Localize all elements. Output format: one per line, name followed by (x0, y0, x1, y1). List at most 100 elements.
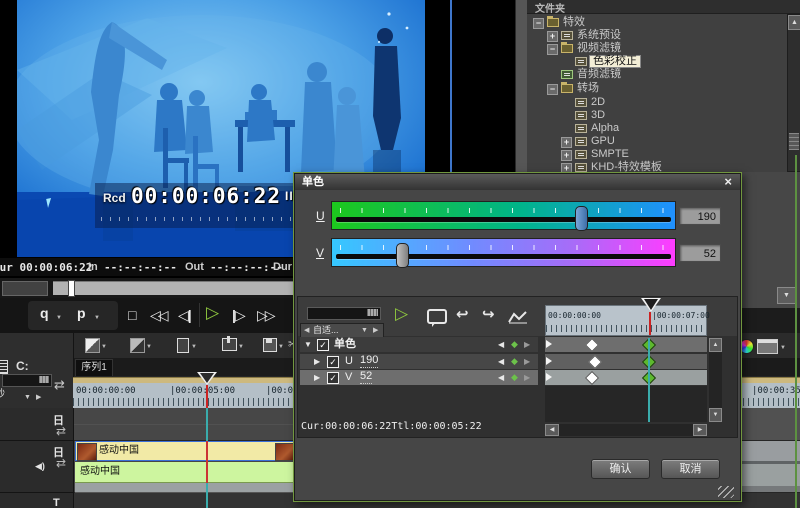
v-slider-handle[interactable] (396, 243, 409, 268)
sync-lock-icon[interactable]: ⇄ (56, 424, 66, 438)
keyframe-diamond[interactable] (584, 370, 600, 386)
export-icon[interactable] (222, 336, 237, 351)
spin-right-icon[interactable]: ▶ (36, 391, 41, 402)
preset-dropdown[interactable]: ◀ 自适... ▼ ▶ (300, 323, 384, 338)
next-frame-button[interactable]: |▷ (232, 305, 246, 325)
expand-icon[interactable]: + (547, 31, 558, 42)
set-out-dropdown-icon[interactable]: ▼ (94, 315, 100, 321)
scroll-left-icon[interactable]: ◀ (545, 424, 559, 436)
cancel-button[interactable]: 取消 (661, 459, 720, 479)
ffwd-button[interactable]: ▷▷ (257, 305, 275, 325)
bin-dropdown-icon[interactable]: ▼ (777, 287, 796, 304)
save-icon[interactable] (263, 338, 277, 352)
add-keyframe-icon[interactable]: ◆ (511, 354, 518, 369)
v-row-value[interactable]: 52 (360, 370, 373, 384)
play-button[interactable]: ▷ (206, 303, 219, 323)
play-button[interactable]: ▷ (395, 304, 408, 324)
enable-checkbox[interactable]: ✓ (327, 372, 339, 384)
close-icon[interactable]: × (724, 174, 732, 190)
speaker-icon[interactable]: ◀) (35, 461, 45, 472)
resize-grip[interactable] (718, 486, 734, 498)
tree-item-3d[interactable]: 3D (527, 109, 785, 122)
kf-lane-v[interactable] (545, 370, 707, 386)
set-out-button[interactable]: p (77, 303, 86, 323)
u-slider-handle[interactable] (575, 206, 588, 231)
dialog-titlebar[interactable]: 单色 × (295, 174, 740, 190)
audio-clip[interactable]: 感动中国 (75, 462, 293, 483)
tree-item-2d[interactable]: 2D (527, 96, 785, 109)
tree-item-transitions[interactable]: − 转场 (527, 82, 785, 95)
expand-icon[interactable]: + (561, 150, 572, 161)
prev-frame-button[interactable]: ◁| (178, 305, 192, 325)
selected-tree-item[interactable]: 色彩校正 (589, 55, 641, 68)
collapse-icon[interactable]: − (533, 18, 544, 29)
bin-scrollbar[interactable]: ▲ (787, 14, 800, 172)
prev-keyframe-icon[interactable]: ◀ (498, 370, 504, 385)
dropdown-icon[interactable]: ▼ (24, 391, 31, 402)
undo-icon[interactable]: ↩ (456, 305, 469, 323)
position-playhead[interactable] (68, 280, 75, 297)
spin-right-icon[interactable]: ▶ (373, 324, 378, 337)
scroll-up-icon[interactable]: ▲ (709, 338, 722, 352)
dropdown-icon[interactable]: ▼ (101, 344, 107, 350)
next-keyframe-icon[interactable]: ▶ (524, 337, 530, 352)
expand-icon[interactable]: ▶ (314, 370, 320, 385)
redo-icon[interactable]: ↪ (482, 305, 495, 323)
zoom-handle[interactable] (367, 309, 378, 316)
tree-item-system-presets[interactable]: + 系统预设 (527, 29, 785, 42)
video-clip[interactable]: 感动中国 (75, 441, 295, 461)
next-keyframe-icon[interactable]: ▶ (524, 354, 530, 369)
stop-button[interactable]: □ (128, 305, 136, 325)
keyframe-vscrollbar[interactable]: ▲ ▼ (709, 338, 722, 422)
tree-item-audio-filters[interactable]: 音频滤镜 (527, 68, 785, 81)
collapse-icon[interactable]: − (547, 44, 558, 55)
enable-checkbox[interactable]: ✓ (327, 356, 339, 368)
dropdown-icon[interactable]: ▼ (278, 344, 284, 350)
scroll-down-icon[interactable]: ▼ (709, 408, 722, 422)
collapse-icon[interactable]: ▼ (304, 337, 312, 352)
timeline-zoom-slider[interactable] (2, 374, 52, 387)
next-keyframe-icon[interactable]: ▶ (524, 370, 530, 385)
u-slider[interactable] (331, 201, 676, 231)
time-units-dropdown[interactable]: 秒 ▼ ▶ (0, 388, 55, 402)
dropdown-icon[interactable]: ▼ (238, 344, 244, 350)
scroll-right-icon[interactable]: ▶ (693, 424, 707, 436)
keyframe-hscrollbar[interactable]: ◀ ▶ (545, 424, 707, 436)
scrollbar-thumb[interactable] (789, 133, 799, 150)
set-in-dropdown-icon[interactable]: ▼ (56, 315, 62, 321)
dropdown-icon[interactable]: ▼ (780, 345, 786, 351)
tree-item-gpu[interactable]: + GPU (527, 135, 785, 148)
keyframe-ruler[interactable]: 00:00:00:00 |00:00:07:00 (545, 298, 710, 336)
zoom-slider-handle[interactable] (39, 376, 49, 383)
snap-icon[interactable]: C: (16, 359, 29, 373)
enable-checkbox[interactable]: ✓ (317, 339, 329, 351)
kf-row-monochrome[interactable]: ▼ ✓ 单色 ◀ ◆ ▶ (300, 337, 538, 352)
confirm-button[interactable]: 确认 (591, 459, 650, 479)
window-layout-icon[interactable] (757, 339, 778, 354)
transition-tool-icon[interactable] (130, 338, 145, 353)
rewind-button[interactable]: ◁◁ (150, 305, 168, 325)
dropdown-icon[interactable]: ▼ (191, 344, 197, 350)
keyframe-diamond[interactable] (587, 354, 603, 370)
spin-left-icon[interactable]: ◀ (304, 324, 309, 337)
v-slider[interactable] (331, 238, 676, 268)
add-keyframe-icon[interactable]: ◆ (511, 337, 518, 352)
tree-item-video-filters[interactable]: − 视频滤镜 (527, 42, 785, 55)
keyframe-zoom-slider[interactable] (307, 307, 381, 320)
add-keyframe-icon[interactable]: ◆ (511, 370, 518, 385)
scroll-up-icon[interactable]: ▲ (788, 15, 800, 30)
tree-item-effects[interactable]: − 特效 (527, 16, 785, 29)
kf-lane-monochrome[interactable] (545, 337, 707, 353)
grid-icon[interactable] (0, 360, 8, 374)
sync-lock-icon[interactable]: ⇄ (56, 456, 66, 470)
expand-icon[interactable]: + (561, 137, 572, 148)
ripple-sync-icon[interactable]: ⇄ (54, 377, 65, 393)
audio-mixer-strip[interactable] (75, 483, 293, 493)
tree-item-smpte[interactable]: + SMPTE (527, 148, 785, 161)
u-value-field[interactable]: 190 (679, 207, 721, 225)
new-sequence-icon[interactable] (177, 338, 189, 353)
set-in-button[interactable]: q (40, 303, 49, 323)
u-row-value[interactable]: 190 (360, 354, 379, 368)
collapse-icon[interactable]: − (547, 84, 558, 95)
dropdown-icon[interactable]: ▼ (361, 324, 368, 337)
